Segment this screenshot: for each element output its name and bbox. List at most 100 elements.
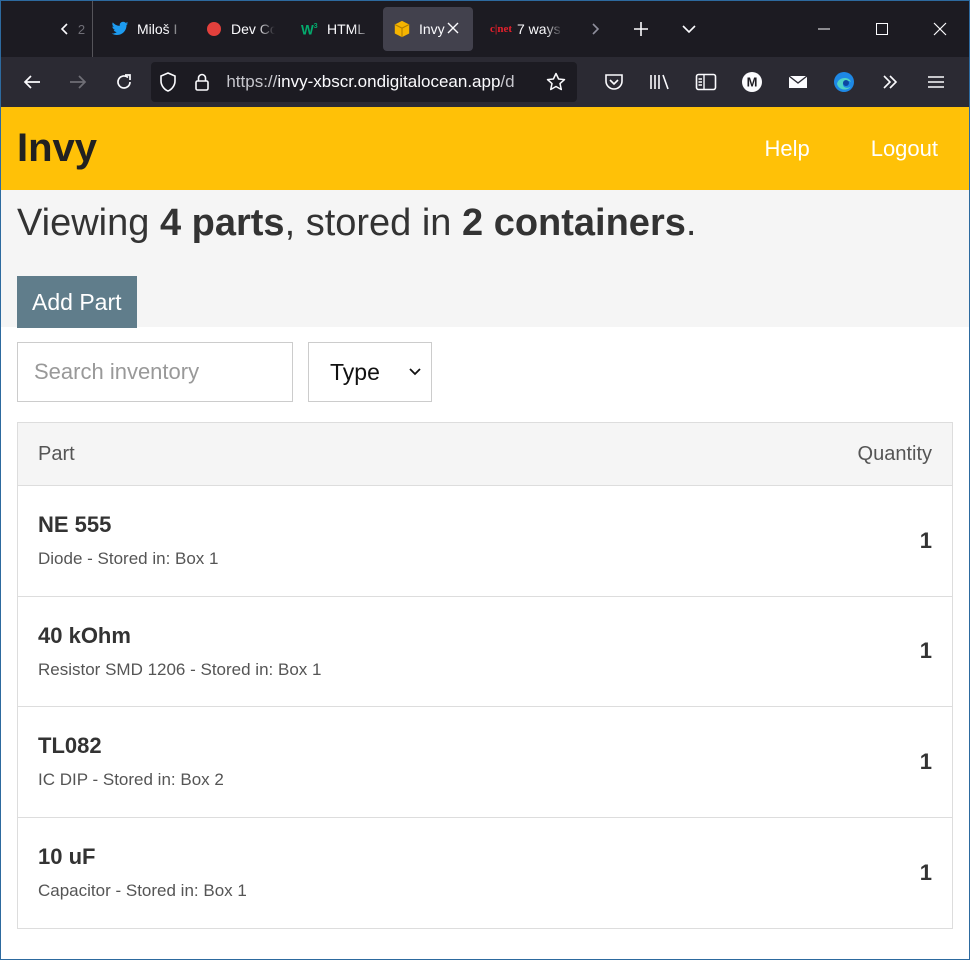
scroll-tabs-left-button[interactable]: 2 bbox=[51, 1, 93, 57]
chevron-right-icon bbox=[592, 23, 600, 35]
part-name[interactable]: 40 kOhm bbox=[38, 623, 321, 649]
app-menu-button[interactable] bbox=[913, 57, 959, 107]
list-all-tabs-button[interactable] bbox=[665, 1, 713, 57]
pocket-button[interactable] bbox=[591, 57, 637, 107]
tab-label: HTML bbox=[327, 21, 366, 37]
m-extension-button[interactable]: M bbox=[729, 57, 775, 107]
chevron-down-icon bbox=[682, 25, 696, 34]
part-meta: Capacitor - Stored in: Box 1 bbox=[38, 881, 247, 901]
part-name[interactable]: NE 555 bbox=[38, 512, 218, 538]
part-meta: IC DIP - Stored in: Box 2 bbox=[38, 770, 224, 790]
type-select[interactable]: Type bbox=[308, 342, 432, 402]
pocket-icon bbox=[605, 74, 623, 90]
part-info: 40 kOhm Resistor SMD 1206 - Stored in: B… bbox=[38, 623, 321, 680]
summary-middle: , stored in bbox=[284, 202, 462, 244]
toolbar-buttons: M bbox=[591, 57, 959, 107]
url-text: https://invy-xbscr.ondigitalocean.app/d bbox=[226, 72, 539, 92]
part-name[interactable]: TL082 bbox=[38, 733, 224, 759]
close-tab-icon[interactable] bbox=[447, 21, 459, 37]
tab-w3schools[interactable]: W3 HTML bbox=[291, 7, 383, 51]
parts-count: 4 parts bbox=[159, 202, 285, 244]
reader-view-button[interactable] bbox=[683, 57, 729, 107]
tab-partial-label: 2 bbox=[77, 21, 86, 37]
mail-icon bbox=[788, 75, 808, 88]
forward-button[interactable] bbox=[55, 57, 101, 107]
navigation-bar: https://invy-xbscr.ondigitalocean.app/d … bbox=[1, 57, 969, 107]
library-icon bbox=[650, 74, 669, 90]
svg-text:W: W bbox=[301, 22, 314, 37]
minimize-button[interactable] bbox=[795, 1, 853, 57]
part-meta: Resistor SMD 1206 - Stored in: Box 1 bbox=[38, 659, 322, 679]
scroll-tabs-right-button[interactable] bbox=[573, 1, 617, 57]
tab-invy[interactable]: Invy bbox=[383, 7, 473, 51]
help-link[interactable]: Help bbox=[764, 136, 809, 162]
cnet-logo-text: c|net bbox=[490, 23, 512, 35]
url-scheme: https:// bbox=[226, 72, 278, 91]
box-icon bbox=[393, 20, 411, 38]
minimize-icon bbox=[818, 28, 830, 30]
search-placeholder: Search inventory bbox=[34, 359, 200, 384]
tab-twitter[interactable]: Miloš I bbox=[101, 7, 195, 51]
maximize-button[interactable] bbox=[853, 1, 911, 57]
header-nav: Help Logout bbox=[703, 136, 953, 162]
tab-label: 7 ways bbox=[517, 21, 561, 37]
forward-arrow-icon bbox=[70, 75, 87, 89]
library-button[interactable] bbox=[637, 57, 683, 107]
close-icon bbox=[933, 22, 947, 36]
svg-text:M: M bbox=[747, 75, 758, 90]
sidebar-icon bbox=[695, 73, 717, 91]
w3schools-icon: W3 bbox=[301, 20, 319, 38]
containers-count: 2 containers bbox=[462, 202, 686, 244]
part-quantity: 1 bbox=[919, 638, 932, 664]
more-tools-button[interactable] bbox=[867, 57, 913, 107]
summary-heading: Viewing 4 parts, stored in 2 containers. bbox=[17, 202, 953, 244]
bookmark-star-icon[interactable] bbox=[539, 72, 573, 92]
hamburger-menu-icon bbox=[928, 76, 944, 88]
window-controls bbox=[795, 1, 969, 57]
svg-text:3: 3 bbox=[314, 21, 318, 30]
cnet-icon: c|net bbox=[489, 20, 513, 38]
part-name[interactable]: 10 uF bbox=[38, 844, 247, 870]
maximize-icon bbox=[876, 23, 888, 35]
twitter-icon bbox=[111, 20, 129, 38]
chevron-left-icon bbox=[60, 23, 68, 35]
app-header: Invy Help Logout bbox=[1, 107, 969, 190]
table-header: Part Quantity bbox=[18, 423, 952, 486]
chevron-down-icon bbox=[409, 368, 421, 376]
m-extension-icon: M bbox=[742, 72, 762, 92]
back-button[interactable] bbox=[9, 57, 55, 107]
tab-cnet[interactable]: c|net 7 ways bbox=[479, 7, 573, 51]
part-info: 10 uF Capacitor - Stored in: Box 1 bbox=[38, 844, 247, 901]
tab-label: Invy bbox=[419, 21, 445, 37]
edge-extension-button[interactable] bbox=[821, 57, 867, 107]
browser-window: 2 Miloš I Dev Co W3 HTML Invy c|net 7 wa… bbox=[0, 0, 970, 960]
lock-icon[interactable] bbox=[185, 72, 219, 92]
part-meta: Diode - Stored in: Box 1 bbox=[38, 549, 219, 569]
type-select-value: Type bbox=[330, 358, 380, 385]
brand-logo[interactable]: Invy bbox=[17, 126, 97, 171]
logout-link[interactable]: Logout bbox=[871, 136, 938, 162]
column-header-quantity: Quantity bbox=[857, 442, 932, 465]
reload-icon bbox=[117, 74, 131, 89]
back-arrow-icon bbox=[23, 75, 40, 89]
table-row[interactable]: NE 555 Diode - Stored in: Box 1 1 bbox=[18, 486, 952, 597]
plus-icon bbox=[634, 22, 648, 36]
mail-extension-button[interactable] bbox=[775, 57, 821, 107]
table-row[interactable]: 40 kOhm Resistor SMD 1206 - Stored in: B… bbox=[18, 597, 952, 707]
close-window-button[interactable] bbox=[911, 1, 969, 57]
shield-icon[interactable] bbox=[151, 72, 185, 92]
tab-dev-community[interactable]: Dev Co bbox=[195, 7, 291, 51]
tab-label: Dev Co bbox=[231, 21, 275, 37]
new-tab-button[interactable] bbox=[617, 1, 665, 57]
part-quantity: 1 bbox=[919, 748, 932, 774]
column-header-part: Part bbox=[38, 442, 75, 465]
red-dot-icon bbox=[205, 20, 223, 38]
part-quantity: 1 bbox=[919, 859, 932, 885]
tab-label: Miloš I bbox=[137, 21, 178, 37]
table-row[interactable]: 10 uF Capacitor - Stored in: Box 1 1 bbox=[18, 818, 952, 929]
add-part-button[interactable]: Add Part bbox=[17, 276, 137, 328]
search-input[interactable]: Search inventory bbox=[17, 342, 293, 402]
reload-button[interactable] bbox=[101, 57, 147, 107]
table-row[interactable]: TL082 IC DIP - Stored in: Box 2 1 bbox=[18, 707, 952, 818]
url-bar[interactable]: https://invy-xbscr.ondigitalocean.app/d bbox=[151, 62, 577, 102]
